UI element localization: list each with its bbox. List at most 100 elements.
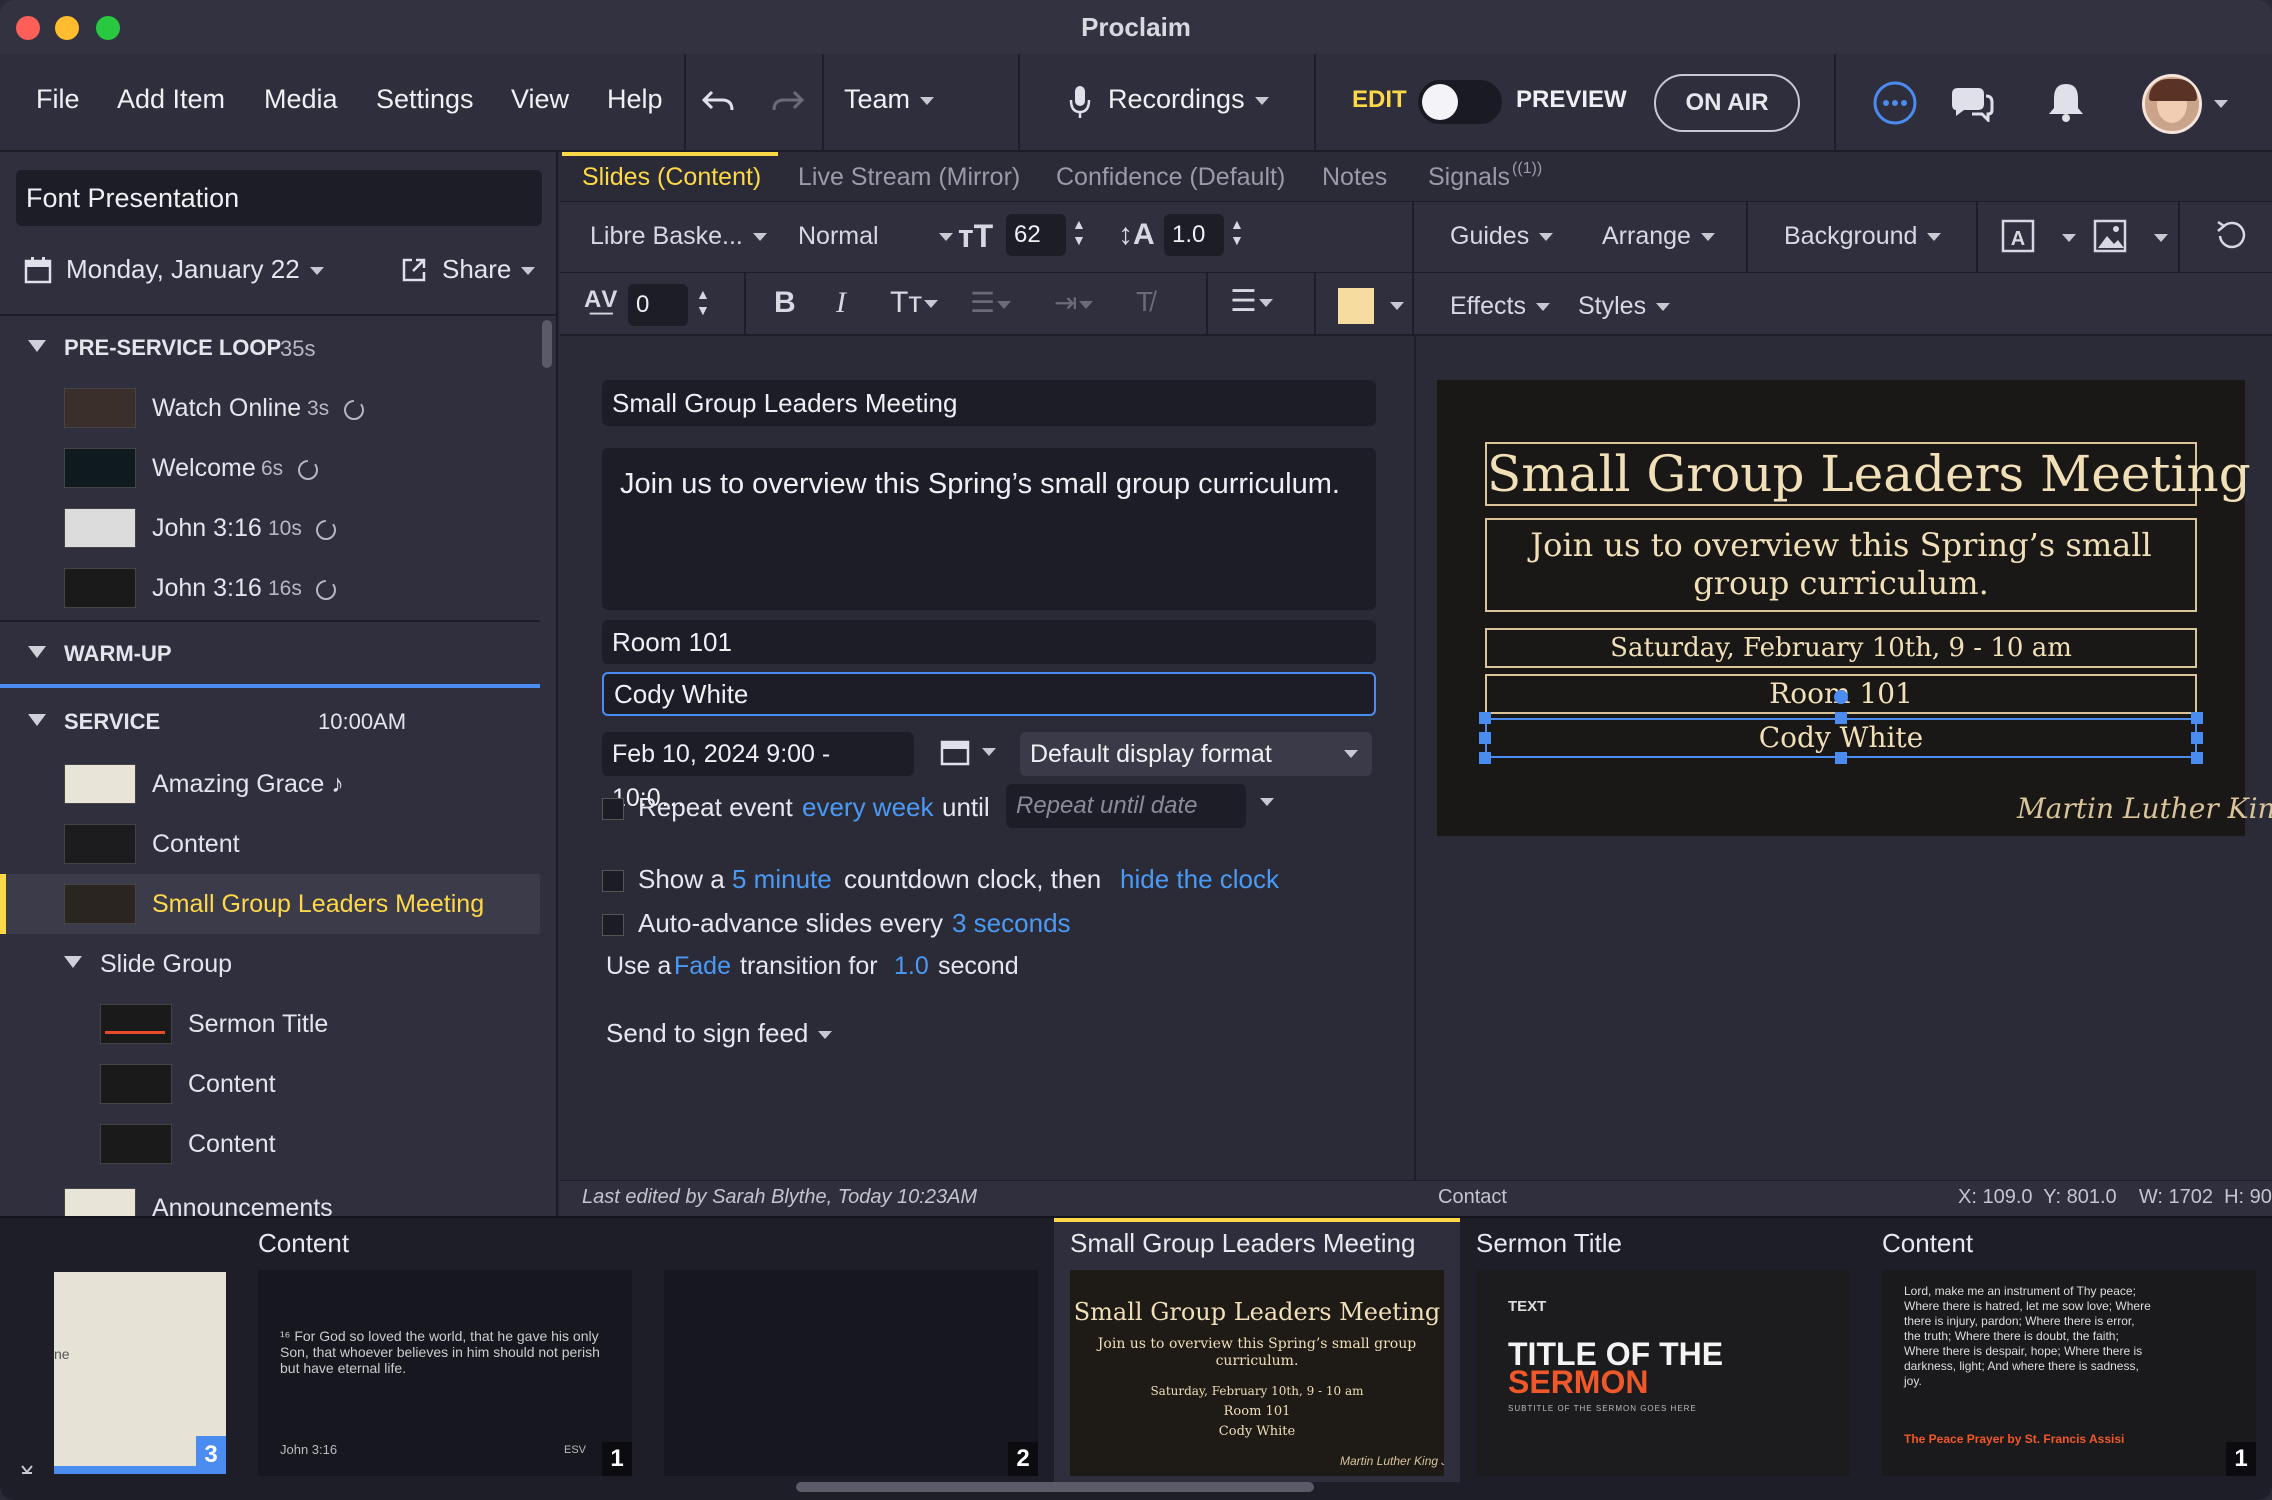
undo-icon[interactable]: [700, 86, 736, 116]
resize-handle[interactable]: [1479, 752, 1491, 764]
rotate-handle[interactable]: [1834, 690, 1848, 704]
styles-dropdown[interactable]: Styles: [1578, 292, 1671, 321]
sidebar-item-sermon-title[interactable]: Sermon Title: [188, 1010, 328, 1039]
menu-add-item[interactable]: Add Item: [117, 84, 225, 115]
tab-notes[interactable]: Notes: [1322, 163, 1387, 192]
tracking-stepper[interactable]: ▲ ▼: [696, 286, 710, 318]
sidebar-scrollbar[interactable]: [542, 320, 552, 368]
sign-feed-dropdown[interactable]: Send to sign feed: [606, 1018, 833, 1049]
font-size-stepper[interactable]: ▲ ▼: [1072, 216, 1086, 248]
slide-card-active[interactable]: Small Group Leaders Meeting Join us to o…: [1070, 1270, 1444, 1476]
menu-file[interactable]: File: [36, 84, 80, 115]
slide-card-partial[interactable]: ne 3: [54, 1272, 226, 1474]
slide-card[interactable]: ¹⁶ For God so loved the world, that he g…: [258, 1270, 632, 1476]
menu-media[interactable]: Media: [264, 84, 338, 115]
more-icon[interactable]: [1872, 80, 1918, 126]
bullet-list-icon[interactable]: ☰: [970, 286, 1012, 319]
hide-clock-link[interactable]: hide the clock: [1120, 864, 1279, 895]
calendar-picker-chevron-icon[interactable]: [982, 748, 996, 756]
resize-handle[interactable]: [1479, 712, 1491, 724]
sidebar-item-watch-online[interactable]: Watch Online: [152, 394, 301, 423]
transition-duration-link[interactable]: 1.0: [894, 952, 929, 981]
text-color-swatch[interactable]: [1338, 288, 1374, 324]
service-date-dropdown[interactable]: Monday, January 22: [66, 254, 324, 285]
font-family-dropdown[interactable]: Libre Baske...: [590, 222, 767, 251]
section-warm-up[interactable]: WARM-UP: [64, 641, 172, 667]
menu-view[interactable]: View: [511, 84, 569, 115]
indent-icon[interactable]: ⇥: [1054, 286, 1094, 319]
menu-settings[interactable]: Settings: [376, 84, 474, 115]
auto-advance-checkbox[interactable]: [602, 914, 624, 936]
avatar[interactable]: [2142, 74, 2202, 134]
slide-card[interactable]: 2: [664, 1270, 1038, 1476]
sidebar-item-content[interactable]: Content: [188, 1130, 276, 1159]
slide-preview[interactable]: Small Group Leaders Meeting Join us to o…: [1437, 380, 2272, 836]
image-icon[interactable]: [2092, 218, 2128, 254]
auto-advance-link[interactable]: 3 seconds: [952, 908, 1071, 939]
slide-date[interactable]: Saturday, February 10th, 9 - 10 am: [1485, 628, 2197, 668]
resize-handle[interactable]: [1835, 752, 1847, 764]
slide-group[interactable]: Slide Group: [100, 950, 232, 979]
font-weight-dropdown[interactable]: Normal: [798, 222, 953, 251]
collapse-triangle-icon[interactable]: [28, 646, 46, 660]
tracking-input[interactable]: 0: [628, 284, 688, 326]
repeat-event-checkbox[interactable]: [602, 798, 624, 820]
arrange-dropdown[interactable]: Arrange: [1602, 222, 1715, 251]
resize-handle[interactable]: [1835, 712, 1847, 724]
sidebar-item-small-group-leaders-meeting[interactable]: Small Group Leaders Meeting: [152, 890, 484, 919]
team-dropdown[interactable]: Team: [844, 84, 935, 115]
text-color-chevron-icon[interactable]: [1390, 302, 1404, 310]
countdown-checkbox[interactable]: [602, 870, 624, 892]
slide-card[interactable]: TEXT TITLE OF THE SERMON SUBTITLE OF THE…: [1476, 1270, 1850, 1476]
transition-type-link[interactable]: Fade: [674, 952, 731, 981]
sidebar-item-content[interactable]: Content: [188, 1070, 276, 1099]
recordings-dropdown[interactable]: Recordings: [1108, 84, 1269, 115]
guides-dropdown[interactable]: Guides: [1450, 222, 1554, 251]
collapse-triangle-icon[interactable]: [28, 714, 46, 728]
menu-help[interactable]: Help: [607, 84, 663, 115]
collapse-triangle-icon[interactable]: [64, 956, 82, 970]
avatar-chevron-icon[interactable]: [2214, 100, 2228, 108]
slide-body[interactable]: Join us to overview this Spring’s small …: [1485, 518, 2197, 612]
tab-confidence[interactable]: Confidence (Default): [1056, 163, 1285, 192]
room-field[interactable]: Room 101: [602, 620, 1376, 664]
title-field[interactable]: Small Group Leaders Meeting: [602, 380, 1376, 426]
reset-icon[interactable]: [2212, 218, 2248, 254]
collapse-triangle-icon[interactable]: [28, 340, 46, 354]
line-height-stepper[interactable]: ▲ ▼: [1230, 216, 1244, 248]
resize-handle[interactable]: [2191, 732, 2203, 744]
background-dropdown[interactable]: Background: [1784, 222, 1942, 251]
sidebar-item-amazing-grace[interactable]: Amazing Grace ♪: [152, 770, 344, 799]
line-height-input[interactable]: 1.0: [1164, 214, 1224, 256]
minimize-window-button[interactable]: [55, 16, 79, 40]
repeat-frequency-link[interactable]: every week: [802, 792, 934, 823]
tab-live-stream[interactable]: Live Stream (Mirror): [798, 163, 1020, 192]
align-icon[interactable]: ☰: [1230, 284, 1273, 319]
sidebar-item-john-3-16[interactable]: John 3:16: [152, 514, 262, 543]
font-size-input[interactable]: 62: [1006, 214, 1066, 256]
sidebar-item-john-3-16-2[interactable]: John 3:16: [152, 574, 262, 603]
filmstrip-scrollbar[interactable]: [796, 1482, 1314, 1492]
redo-icon[interactable]: [770, 86, 806, 116]
display-format-dropdown[interactable]: Default display format: [1020, 732, 1372, 776]
presentation-name-field[interactable]: Font Presentation: [16, 170, 542, 226]
share-dropdown[interactable]: Share: [442, 254, 536, 285]
text-case-icon[interactable]: Tт: [890, 286, 939, 320]
close-window-button[interactable]: [16, 16, 40, 40]
datetime-field[interactable]: Feb 10, 2024 9:00 - 10:0…: [602, 732, 914, 812]
zoom-window-button[interactable]: [96, 16, 120, 40]
calendar-picker-icon[interactable]: [940, 736, 972, 768]
image-chevron-icon[interactable]: [2154, 234, 2168, 242]
repeat-until-date-field[interactable]: Repeat until date: [1006, 784, 1246, 828]
bold-icon[interactable]: B: [774, 286, 796, 320]
bell-icon[interactable]: [2046, 80, 2086, 124]
section-service[interactable]: SERVICE: [64, 709, 160, 735]
scroll-down-icon[interactable]: [20, 1462, 34, 1480]
italic-icon[interactable]: I: [836, 286, 846, 320]
tab-signals[interactable]: Signals: [1428, 163, 1510, 192]
slide-card[interactable]: Lord, make me an instrument of Thy peace…: [1882, 1270, 2256, 1476]
resize-handle[interactable]: [2191, 752, 2203, 764]
section-pre-service-loop[interactable]: PRE-SERVICE LOOP: [64, 335, 281, 361]
countdown-duration-link[interactable]: 5 minute: [732, 864, 832, 895]
on-air-button[interactable]: ON AIR: [1654, 74, 1800, 132]
